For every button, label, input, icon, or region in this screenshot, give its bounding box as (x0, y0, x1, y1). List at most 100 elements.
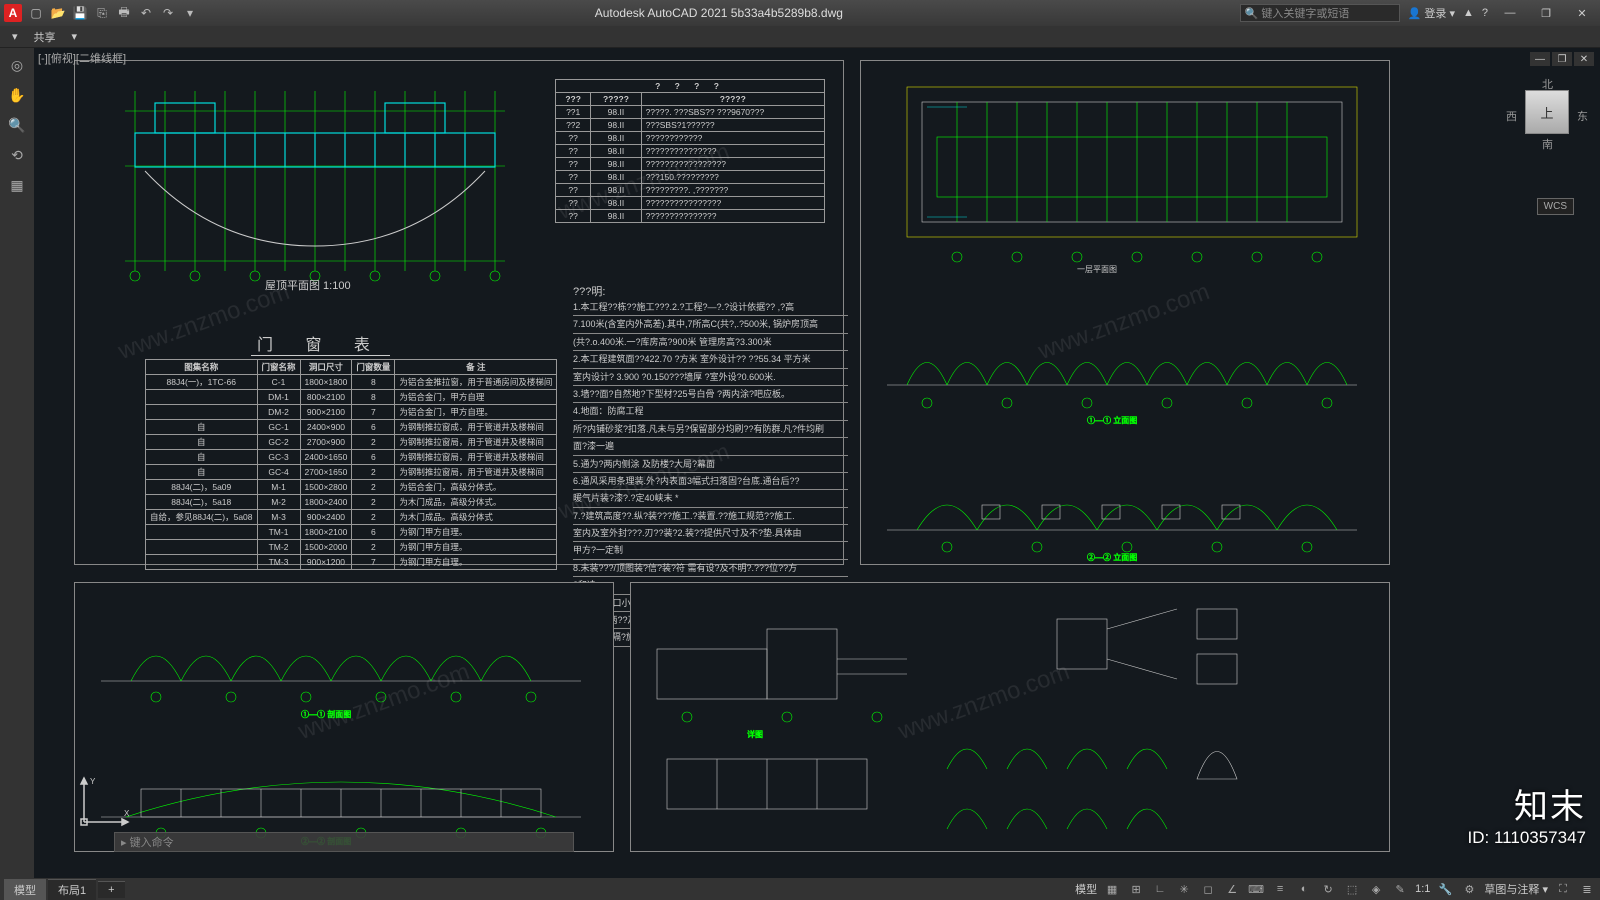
menu-dropdown-2[interactable]: ▾ (66, 28, 84, 45)
svg-text:X: X (124, 809, 130, 818)
door-window-table: 图集名称门窗名称洞口尺寸门窗数量备 注88J4(一)，1TC-66C-11800… (145, 359, 557, 570)
search-icon: 🔍 (1245, 7, 1259, 20)
viewcube-west: 西 (1506, 108, 1517, 124)
spec-table: ? ? ? ????????????????198.II?????. ???SB… (555, 79, 825, 223)
command-prompt-icon: ▸ (121, 836, 127, 849)
sheet-3: ①—① 剖面图 ②—② 剖面图 (74, 582, 614, 852)
roof-plan-title: 屋顶平面图 1:100 (265, 279, 351, 291)
status-otrack-icon[interactable]: ∠ (1223, 880, 1241, 898)
floor-plan-drawing: 一层平面图 (867, 67, 1387, 277)
navbar-orbit-icon[interactable]: ⟲ (4, 142, 30, 168)
drawing-canvas[interactable]: [-][俯视][二维线框] — ❐ ✕ 北 西 东 南 上 WCS www.zn… (34, 48, 1600, 878)
title-right-cluster: 🔍 键入关键字或短语 👤 登录 ▾ ▲ ? — ❐ ✕ (1240, 4, 1596, 22)
viewport-label[interactable]: [-][俯视][二维线框] (38, 50, 126, 66)
qat-dropdown-icon[interactable]: ▾ (182, 5, 198, 21)
tab-layout1[interactable]: 布局1 (48, 879, 96, 900)
viewcube-south: 南 (1542, 136, 1553, 152)
ucs-icon: X Y (76, 770, 136, 830)
roof-plan-drawing: 屋顶平面图 1:100 (105, 71, 535, 291)
viewcube[interactable]: 北 西 东 南 上 (1512, 78, 1582, 148)
status-3d-icon[interactable]: ⬚ (1343, 880, 1361, 898)
elevation-drawings: ①—① 立面图 ②—② 立面图 (867, 285, 1387, 565)
brand-name: 知末 (1468, 779, 1586, 828)
detail-title: 详图 (747, 729, 763, 739)
doc-close-button[interactable]: ✕ (1574, 52, 1594, 66)
tab-model[interactable]: 模型 (4, 879, 46, 900)
brand-id: ID: 1110357347 (1468, 828, 1586, 848)
qat-open-icon[interactable]: 📂 (50, 5, 66, 21)
tab-add[interactable]: + (98, 881, 124, 898)
elev2-title: ②—② 立面图 (1087, 552, 1137, 562)
sheet-1: 屋顶平面图 1:100 ? ? ? ????????????????198.II… (74, 60, 844, 565)
viewcube-east: 东 (1577, 108, 1588, 124)
window-close-button[interactable]: ✕ (1568, 4, 1596, 22)
layout-tabs: 模型 布局1 + (4, 879, 125, 900)
qat-save-icon[interactable]: 💾 (72, 5, 88, 21)
status-wrench-icon[interactable]: 🔧 (1436, 880, 1454, 898)
section-drawings: ①—① 剖面图 ②—② 剖面图 (81, 589, 611, 849)
door-window-table-title: 门 窗 表 (251, 331, 390, 356)
qat-redo-icon[interactable]: ↷ (160, 5, 176, 21)
status-cycle-icon[interactable]: ↻ (1319, 880, 1337, 898)
navbar-pan-icon[interactable]: ✋ (4, 82, 30, 108)
workspace-dropdown[interactable]: 草图与注释 ▾ (1484, 881, 1548, 897)
status-fullscreen-icon[interactable]: ⛶ (1554, 880, 1572, 898)
navbar-showmotion-icon[interactable]: ▦ (4, 172, 30, 198)
doc-minimize-button[interactable]: — (1530, 52, 1550, 66)
svg-text:Y: Y (90, 777, 96, 786)
help-icon[interactable]: ? (1482, 7, 1488, 19)
status-polar-icon[interactable]: ✳ (1175, 880, 1193, 898)
quick-access-toolbar: ▢ 📂 💾 ⎘ 🖶 ↶ ↷ ▾ (28, 5, 198, 21)
detail-drawings: 详图 (637, 589, 1387, 849)
status-anno-icon[interactable]: ✎ (1391, 880, 1409, 898)
status-dyn-icon[interactable]: ⌨ (1247, 880, 1265, 898)
status-grid-icon[interactable]: ▦ (1103, 880, 1121, 898)
floor-plan-title: 一层平面图 (1077, 265, 1117, 274)
titlebar: A ▢ 📂 💾 ⎘ 🖶 ↶ ↷ ▾ Autodesk AutoCAD 2021 … (0, 0, 1600, 26)
qat-saveas-icon[interactable]: ⎘ (94, 5, 110, 21)
status-osnap-icon[interactable]: ◻ (1199, 880, 1217, 898)
menu-dropdown[interactable]: ▾ (6, 28, 24, 45)
search-placeholder: 键入关键字或短语 (1261, 5, 1349, 21)
window-maximize-button[interactable]: ❐ (1532, 4, 1560, 22)
viewcube-top-face[interactable]: 上 (1525, 90, 1569, 134)
help-search-input[interactable]: 🔍 键入关键字或短语 (1240, 4, 1400, 22)
window-minimize-button[interactable]: — (1496, 4, 1524, 22)
navbar-zoom-icon[interactable]: 🔍 (4, 112, 30, 138)
command-placeholder: 键入命令 (130, 834, 174, 850)
status-ortho-icon[interactable]: ∟ (1151, 880, 1169, 898)
viewcube-north: 北 (1542, 76, 1553, 92)
status-lwt-icon[interactable]: ≡ (1271, 880, 1289, 898)
status-gear-icon[interactable]: ⚙ (1460, 880, 1478, 898)
navbar-steering-wheel-icon[interactable]: ◎ (4, 52, 30, 78)
design-notes-title: ???明: (573, 283, 605, 299)
qat-plot-icon[interactable]: 🖶 (116, 5, 132, 21)
statusbar: 模型 布局1 + 模型 ▦ ⊞ ∟ ✳ ◻ ∠ ⌨ ≡ ◐ ↻ ⬚ ◈ ✎ 1:… (0, 878, 1600, 900)
status-customize-icon[interactable]: ≣ (1578, 880, 1596, 898)
qat-undo-icon[interactable]: ↶ (138, 5, 154, 21)
section1-title: ①—① 剖面图 (301, 709, 351, 719)
sheet-2: 一层平面图 ①—① 立面图 (860, 60, 1390, 565)
qat-new-icon[interactable]: ▢ (28, 5, 44, 21)
status-iso-icon[interactable]: ◈ (1367, 880, 1385, 898)
status-scale[interactable]: 1:1 (1415, 883, 1430, 895)
nav-bar: ◎ ✋ 🔍 ⟲ ▦ (0, 48, 34, 878)
document-window-controls: — ❐ ✕ (1530, 52, 1594, 66)
app-icon[interactable]: A (4, 4, 22, 22)
status-toggles: 模型 ▦ ⊞ ∟ ✳ ◻ ∠ ⌨ ≡ ◐ ↻ ⬚ ◈ ✎ 1:1 🔧 ⚙ 草图与… (1075, 880, 1596, 898)
status-snap-icon[interactable]: ⊞ (1127, 880, 1145, 898)
menu-share[interactable]: 共享 (28, 27, 62, 47)
elev1-title: ①—① 立面图 (1087, 415, 1137, 425)
app-exchange-icon[interactable]: ▲ (1463, 7, 1474, 19)
window-title: Autodesk AutoCAD 2021 5b33a4b5289b8.dwg (198, 6, 1240, 20)
source-brand-overlay: 知末 ID: 1110357347 (1468, 779, 1586, 848)
drawing-viewport-wrap: ◎ ✋ 🔍 ⟲ ▦ [-][俯视][二维线框] — ❐ ✕ 北 西 东 南 上 … (0, 48, 1600, 878)
wcs-badge[interactable]: WCS (1537, 198, 1574, 215)
menubar: ▾ 共享 ▾ (0, 26, 1600, 48)
sheet-4: 详图 (630, 582, 1390, 852)
status-model-label[interactable]: 模型 (1075, 881, 1097, 897)
status-transparency-icon[interactable]: ◐ (1295, 880, 1313, 898)
command-line[interactable]: ▸ 键入命令 (114, 832, 574, 852)
signin-button[interactable]: 👤 登录 ▾ (1408, 5, 1455, 21)
doc-maximize-button[interactable]: ❐ (1552, 52, 1572, 66)
